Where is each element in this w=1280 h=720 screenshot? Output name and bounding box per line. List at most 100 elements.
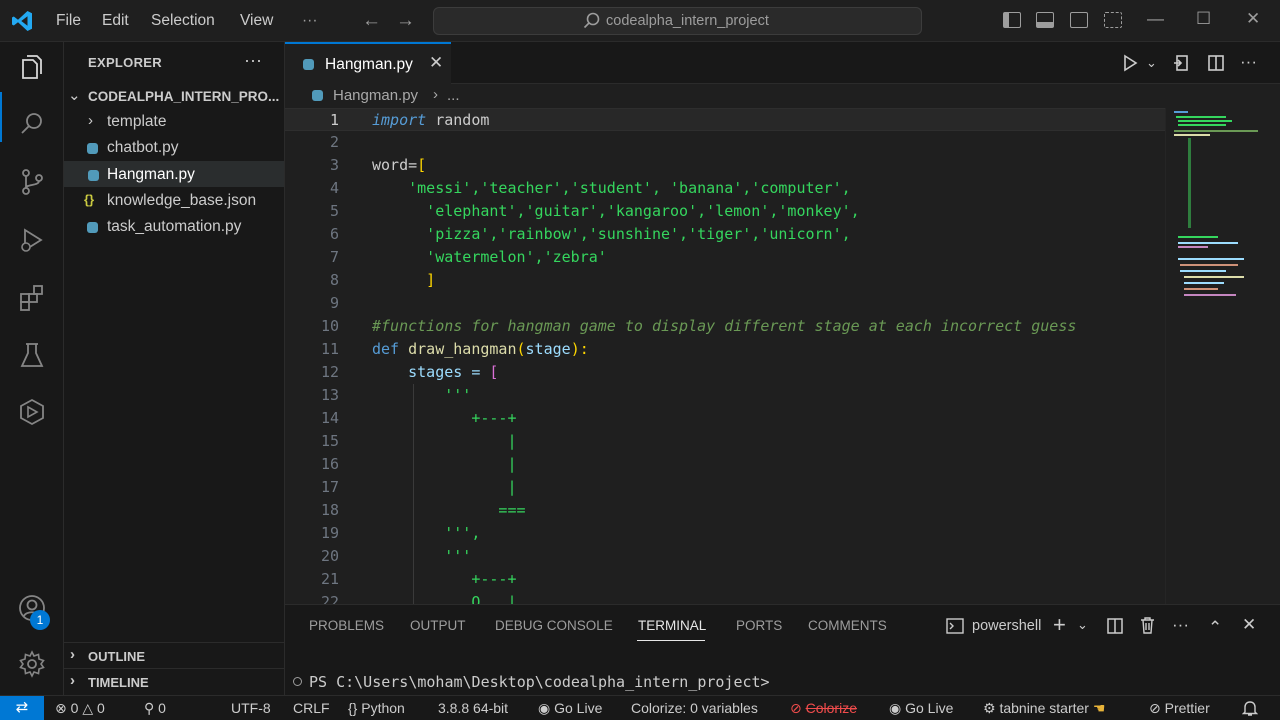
minimap-line <box>1178 242 1238 244</box>
testing-icon[interactable] <box>16 340 48 372</box>
remote-indicator-icon[interactable]: ⇄ <box>0 696 44 720</box>
minimap-line <box>1184 276 1244 278</box>
go-live-status-2[interactable]: ◉ Go Live <box>889 700 953 717</box>
minimap-line <box>1176 116 1226 118</box>
terminal-status-circle-icon <box>293 677 302 686</box>
timeline-section[interactable]: › TIMELINE <box>64 668 284 694</box>
tabnine-status[interactable]: ⚙ tabnine starter ☚ <box>983 700 1105 717</box>
close-window-icon[interactable]: ✕ <box>1246 9 1260 29</box>
menu-edit[interactable]: Edit <box>102 12 129 30</box>
ports-status[interactable]: ⚲ 0 <box>144 700 166 717</box>
panel-tab-ports[interactable]: PORTS <box>736 618 782 633</box>
interpreter-status[interactable]: 3.8.8 64-bit <box>438 700 508 716</box>
close-panel-icon[interactable]: ✕ <box>1242 615 1256 635</box>
status-bar: ⇄ ⊗ 0 △ 0 ⚲ 0 UTF-8 CRLF {} Python 3.8.8… <box>0 695 1280 720</box>
token-string: === <box>372 501 526 519</box>
code-line: 6 'pizza','rainbow','sunshine','tiger','… <box>285 223 1165 246</box>
token-string: ''', <box>372 524 481 542</box>
minimap-line <box>1174 134 1210 136</box>
code-line: 20 ''' <box>285 545 1165 568</box>
problems-status[interactable]: ⊗ 0 △ 0 <box>55 700 105 717</box>
split-editor-icon[interactable] <box>1207 54 1225 72</box>
menu-selection[interactable]: Selection <box>151 12 215 30</box>
search-icon[interactable] <box>16 108 48 140</box>
token-string: O | <box>372 593 517 604</box>
back-arrow-icon[interactable]: ← <box>362 10 381 32</box>
colorize-off-icon: ⊘ <box>790 700 802 716</box>
tab-hangman[interactable]: Hangman.py ✕ <box>285 42 451 84</box>
menu-file[interactable]: File <box>56 12 81 30</box>
terminal-shell-name[interactable]: powershell <box>972 618 1041 634</box>
minimap[interactable] <box>1165 108 1280 604</box>
go-live-status-1[interactable]: ◉ Go Live <box>538 700 602 717</box>
toggle-primary-sidebar-icon[interactable] <box>1003 12 1021 28</box>
customize-layout-icon[interactable] <box>1104 12 1122 28</box>
tree-item-hangman[interactable]: Hangman.py <box>64 161 284 187</box>
kill-terminal-trash-icon[interactable] <box>1139 616 1156 635</box>
new-terminal-icon[interactable]: + <box>1053 612 1066 638</box>
error-icon: ⊗ <box>55 700 67 716</box>
minimap-line <box>1178 246 1208 248</box>
broadcast-icon: ◉ <box>538 700 551 716</box>
colorize-variables-status[interactable]: Colorize: 0 variables <box>631 700 758 716</box>
breadcrumb-file[interactable]: Hangman.py <box>333 87 418 104</box>
close-tab-icon[interactable]: ✕ <box>429 53 443 73</box>
editor-more-button[interactable]: ··· <box>1240 52 1257 72</box>
toggle-secondary-sidebar-icon[interactable] <box>1070 12 1088 28</box>
bottom-panel: PROBLEMS OUTPUT DEBUG CONSOLE TERMINAL P… <box>285 604 1280 695</box>
menu-more[interactable]: ··· <box>302 12 318 30</box>
line-number: 22 <box>320 593 339 604</box>
explorer-more-button[interactable]: ··· <box>244 50 262 71</box>
tree-item-template[interactable]: › template <box>64 109 284 135</box>
warning-icon: △ <box>82 700 94 716</box>
remote-explorer-icon[interactable] <box>16 396 48 428</box>
title-bar: File Edit Selection View ··· ← → codealp… <box>0 0 1280 42</box>
explorer-icon[interactable] <box>16 52 48 84</box>
panel-tab-terminal[interactable]: TERMINAL <box>638 618 706 633</box>
terminal-dropdown-icon[interactable]: ⌄ <box>1077 617 1088 633</box>
language-status[interactable]: {} Python <box>348 700 405 716</box>
minimap-line <box>1184 288 1218 290</box>
panel-tab-debug-console[interactable]: DEBUG CONSOLE <box>495 618 613 633</box>
run-debug-icon[interactable] <box>16 224 48 256</box>
workspace-folder-name: CODEALPHA_INTERN_PRO... <box>88 89 280 104</box>
colorize-status[interactable]: ⊘ Colorize <box>790 700 857 717</box>
minimap-line <box>1178 124 1226 126</box>
split-terminal-icon[interactable] <box>1106 617 1124 635</box>
open-changes-icon[interactable] <box>1172 54 1190 72</box>
token-string: | <box>372 455 517 473</box>
outline-section[interactable]: › OUTLINE <box>64 642 284 668</box>
minimize-icon[interactable]: — <box>1147 9 1164 29</box>
panel-tab-problems[interactable]: PROBLEMS <box>309 618 384 633</box>
token-string: +---+ <box>372 409 517 427</box>
run-dropdown-icon[interactable]: ⌄ <box>1146 55 1157 71</box>
python-file-icon <box>87 143 98 154</box>
terminal-prompt[interactable]: PS C:\Users\moham\Desktop\codealpha_inte… <box>309 673 770 691</box>
tree-item-task-automation[interactable]: task_automation.py <box>64 214 284 240</box>
maximize-panel-icon[interactable]: ⌃ <box>1208 618 1222 638</box>
panel-tab-comments[interactable]: COMMENTS <box>808 618 887 633</box>
menu-view[interactable]: View <box>240 12 273 30</box>
token-string: 'watermelon','zebra' <box>372 248 607 266</box>
notifications-bell-icon[interactable] <box>1242 700 1258 717</box>
encoding-status[interactable]: UTF-8 <box>231 700 271 716</box>
toggle-panel-icon[interactable] <box>1036 12 1054 28</box>
maximize-icon[interactable]: ☐ <box>1196 9 1211 29</box>
extensions-icon[interactable] <box>16 282 48 314</box>
run-python-icon[interactable] <box>1121 54 1139 72</box>
code-editor[interactable]: 1 import random 2 3 word=[ 4 'messi','te… <box>285 108 1165 604</box>
line-number: 17 <box>320 478 339 496</box>
breadcrumb-more[interactable]: ... <box>447 87 460 104</box>
tree-item-chatbot[interactable]: chatbot.py <box>64 135 284 161</box>
prettier-status[interactable]: ⊘ Prettier <box>1149 700 1210 717</box>
settings-gear-icon[interactable] <box>16 648 48 680</box>
panel-tab-output[interactable]: OUTPUT <box>410 618 466 633</box>
workspace-folder-row[interactable]: ⌄ CODEALPHA_INTERN_PRO... <box>64 83 284 109</box>
source-control-icon[interactable] <box>16 166 48 198</box>
code-line: 19 ''', <box>285 522 1165 545</box>
panel-more-button[interactable]: ··· <box>1172 615 1189 635</box>
eol-status[interactable]: CRLF <box>293 700 330 716</box>
forward-arrow-icon[interactable]: → <box>396 10 415 32</box>
command-center-search[interactable]: codealpha_intern_project <box>433 7 922 35</box>
tree-item-knowledge-base[interactable]: {} knowledge_base.json <box>64 188 284 214</box>
